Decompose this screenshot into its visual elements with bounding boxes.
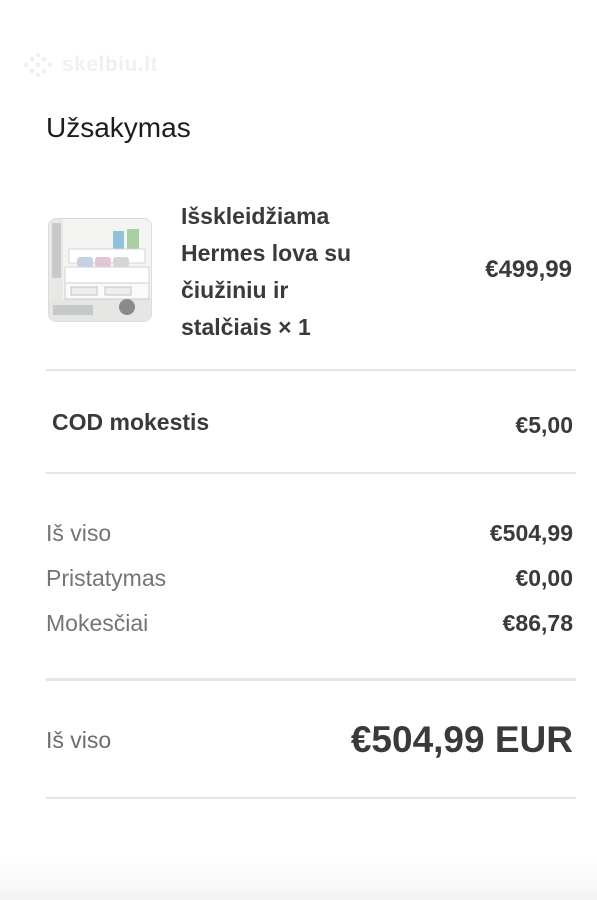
divider <box>46 797 576 799</box>
item-name-line: stalčiais × 1 <box>181 314 311 340</box>
bed-thumbnail-image[interactable] <box>48 218 152 322</box>
cod-fee-value: €5,00 <box>515 412 573 438</box>
subtotal-label: Iš viso <box>46 520 112 546</box>
shipping-label: Pristatymas <box>46 565 167 591</box>
item-name-line: Hermes lova su <box>181 240 352 266</box>
taxes-value: €86,78 <box>502 610 573 636</box>
total-row: Iš viso €504,99 EUR <box>46 715 573 765</box>
taxes-label: Mokesčiai <box>46 610 149 636</box>
taxes-row: Mokesčiai €86,78 <box>46 610 573 637</box>
subtotal-row: Iš viso €504,99 <box>46 520 573 547</box>
divider <box>46 472 576 474</box>
order-title: Užsakymas <box>46 112 191 143</box>
divider <box>46 678 576 681</box>
divider <box>46 369 576 371</box>
dots-logo-icon <box>23 52 53 78</box>
watermark-text: skelbiu.lt <box>62 53 159 76</box>
item-name-line: čiužiniu ir <box>181 277 289 303</box>
item-name: Išskleidžiama Hermes lova su čiužiniu ir… <box>181 198 371 346</box>
cod-fee-label: COD mokestis <box>52 409 210 435</box>
subtotal-value: €504,99 <box>489 520 573 546</box>
total-value: €504,99 EUR <box>350 719 573 760</box>
shipping-row: Pristatymas €0,00 <box>46 565 573 592</box>
watermark-logo: skelbiu.lt <box>22 52 158 78</box>
total-label: Iš viso <box>46 726 112 753</box>
item-name-line: Išskleidžiama <box>181 203 330 229</box>
bottom-fade <box>0 860 597 900</box>
order-item-row[interactable]: Išskleidžiama Hermes lova su čiužiniu ir… <box>46 198 576 348</box>
shipping-value: €0,00 <box>515 565 573 591</box>
item-price: €499,99 <box>485 256 572 283</box>
